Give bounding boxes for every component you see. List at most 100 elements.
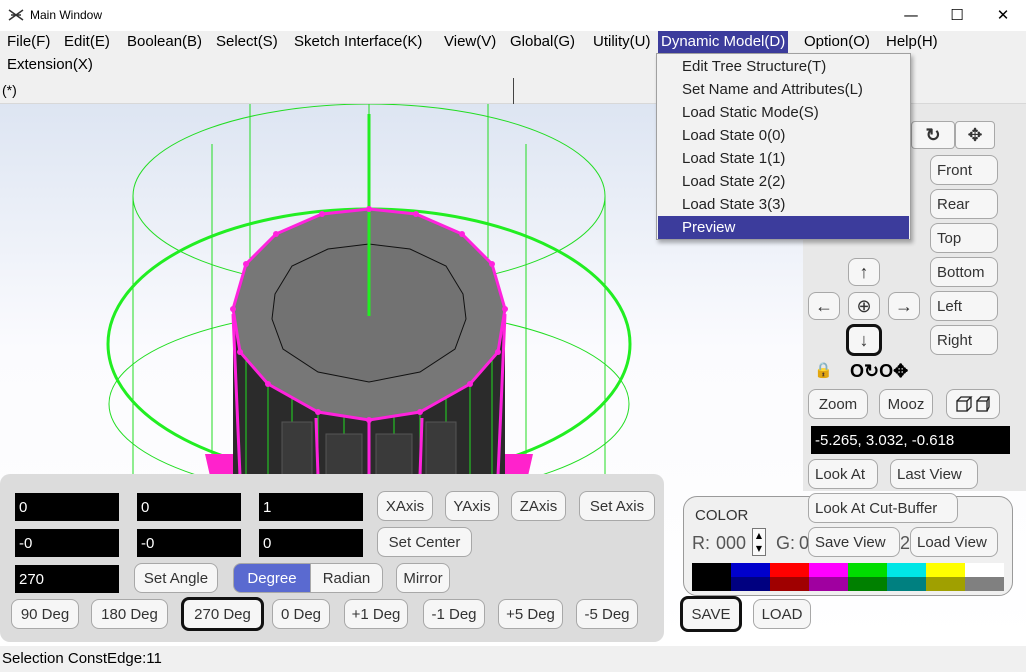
pan-left-button[interactable]: ← [808,292,840,320]
zoom-button[interactable]: Zoom [808,389,868,419]
menu-utility[interactable]: Utility(U) [590,31,654,53]
yaxis-button[interactable]: YAxis [445,491,499,521]
save-view-button[interactable]: Save View [808,527,900,557]
swatch[interactable] [770,577,809,591]
menu-preview[interactable]: Preview [658,216,909,239]
bottom-view-button[interactable]: Bottom [930,257,998,287]
deg-90-button[interactable]: 90 Deg [11,599,79,629]
close-button[interactable]: ✕ [980,0,1026,31]
swatch[interactable] [887,577,926,591]
minimize-button[interactable]: — [888,0,934,31]
zaxis-button[interactable]: ZAxis [511,491,566,521]
swatch[interactable] [731,563,770,577]
menu-extension[interactable]: Extension(X) [4,54,96,76]
look-at-button[interactable]: Look At [808,459,878,489]
set-center-button[interactable]: Set Center [377,527,472,557]
menu-help[interactable]: Help(H) [883,31,941,53]
swatch[interactable] [731,577,770,591]
center-x-field[interactable]: -0 [15,529,119,557]
center-z-field[interactable]: 0 [259,529,363,557]
document-tab[interactable]: (*) [2,82,17,98]
swatch[interactable] [926,577,965,591]
load-button[interactable]: LOAD [753,599,811,629]
maximize-button[interactable]: ☐ [934,0,980,31]
dynamic-model-dropdown: Edit Tree Structure(T) Set Name and Attr… [656,53,911,240]
menu-boolean[interactable]: Boolean(B) [124,31,205,53]
swatch[interactable] [965,563,1004,577]
red-spinner[interactable]: ▲ ▼ [752,528,766,556]
pan-right-button[interactable]: → [888,292,920,320]
orbit-mode-icons[interactable]: O↻O✥ [850,361,908,382]
menu-set-name-attributes[interactable]: Set Name and Attributes(L) [658,78,909,101]
menu-global[interactable]: Global(G) [507,31,578,53]
degree-toggle[interactable]: Degree [233,563,311,593]
set-angle-button[interactable]: Set Angle [134,563,218,593]
center-y-field[interactable]: -0 [137,529,241,557]
lock-icon[interactable]: 🔒 [814,361,833,379]
swatch[interactable] [848,577,887,591]
crosshair-icon: ⊕ [856,295,872,316]
swatch[interactable] [926,563,965,577]
deg-270-button[interactable]: 270 Deg [181,597,264,631]
axis-x-field[interactable]: 0 [15,493,119,521]
front-view-button[interactable]: Front [930,155,998,185]
left-view-button[interactable]: Left [930,291,998,321]
deg-minus5-button[interactable]: -5 Deg [576,599,638,629]
color-label: COLOR [695,507,749,524]
rotate-mode-button[interactable]: ↻ [911,121,955,149]
pan-down-button[interactable]: ↓ [846,324,882,356]
rear-view-button[interactable]: Rear [930,189,998,219]
menu-load-static-mode[interactable]: Load Static Mode(S) [658,101,909,124]
menu-dynamic-model[interactable]: Dynamic Model(D) [658,31,789,53]
menu-sketch-interface[interactable]: Sketch Interface(K) [291,31,425,53]
deg-180-button[interactable]: 180 Deg [91,599,168,629]
right-view-button[interactable]: Right [930,325,998,355]
set-axis-button[interactable]: Set Axis [579,491,655,521]
swatch[interactable] [965,577,1004,591]
xaxis-button[interactable]: XAxis [377,491,433,521]
last-view-button[interactable]: Last View [890,459,978,489]
pan-up-button[interactable]: ↑ [848,258,880,286]
status-bar: Selection ConstEdge:11 [0,646,1026,672]
swatch[interactable] [887,563,926,577]
center-button[interactable]: ⊕ [848,292,880,320]
deg-0-button[interactable]: 0 Deg [272,599,330,629]
mirror-button[interactable]: Mirror [396,563,450,593]
menu-edit-tree-structure[interactable]: Edit Tree Structure(T) [658,55,909,78]
color-palette[interactable] [692,563,1004,591]
menu-load-state-0[interactable]: Load State 0(0) [658,124,909,147]
save-button[interactable]: SAVE [680,596,742,632]
swatch[interactable] [809,577,848,591]
move-mode-button[interactable]: ✥ [955,121,995,149]
top-view-button[interactable]: Top [930,223,998,253]
status-text: Selection ConstEdge:11 [2,650,162,667]
swatch[interactable] [692,563,731,577]
axis-z-field[interactable]: 1 [259,493,363,521]
deg-minus1-button[interactable]: -1 Deg [423,599,485,629]
deg-plus1-button[interactable]: +1 Deg [344,599,408,629]
menu-select[interactable]: Select(S) [213,31,281,53]
swatch[interactable] [809,563,848,577]
menu-option[interactable]: Option(O) [801,31,873,53]
menu-view[interactable]: View(V) [441,31,499,53]
red-value[interactable]: 000 [716,533,746,554]
load-view-button[interactable]: Load View [910,527,998,557]
menu-file[interactable]: File(F) [4,31,53,53]
look-at-cut-buffer-button[interactable]: Look At Cut-Buffer [808,493,958,523]
menu-edit[interactable]: Edit(E) [61,31,113,53]
mooz-button[interactable]: Mooz [879,389,933,419]
swatch[interactable] [692,577,731,591]
radian-toggle[interactable]: Radian [310,563,383,593]
green-label: G: [776,533,796,553]
menu-load-state-1[interactable]: Load State 1(1) [658,147,909,170]
menu-load-state-3[interactable]: Load State 3(3) [658,193,909,216]
angle-field[interactable]: 270 [15,565,119,593]
view-cube-button[interactable] [946,389,1000,419]
deg-plus5-button[interactable]: +5 Deg [498,599,563,629]
swatch[interactable] [770,563,809,577]
axis-y-field[interactable]: 0 [137,493,241,521]
tab-separator [513,78,514,104]
swatch[interactable] [848,563,887,577]
move-icon: ✥ [967,124,983,145]
menu-load-state-2[interactable]: Load State 2(2) [658,170,909,193]
